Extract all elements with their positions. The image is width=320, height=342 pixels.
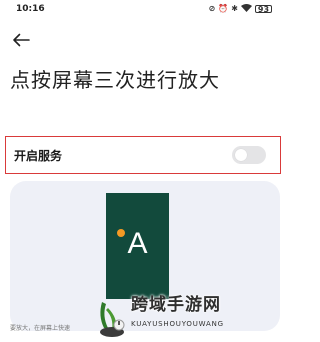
page-title: 点按屏幕三次进行放大	[10, 68, 220, 92]
back-button[interactable]	[10, 30, 32, 50]
service-label: 开启服务	[14, 148, 63, 163]
battery-icon: 93	[255, 5, 272, 14]
bluetooth-icon: ✱	[231, 4, 238, 13]
watermark-title: 跨域手游网	[131, 295, 221, 315]
silent-icon: ⊘	[208, 4, 216, 13]
screen: 10:16 ⊘ ⏰ ✱ 93 点按屏幕三次进行放大 开启服务 A 要放大，在屏幕…	[0, 0, 284, 342]
status-time: 10:16	[16, 4, 45, 14]
watermark-subtitle: KUAYUSHOUYOUWANG	[131, 320, 224, 328]
preview-letter: A	[127, 227, 148, 260]
toggle-knob	[235, 149, 247, 161]
status-bar: 10:16 ⊘ ⏰ ✱ 93	[0, 0, 284, 18]
watermark-text: 跨域手游网 KUAYUSHOUYOUWANG	[131, 294, 224, 329]
watermark-logo-icon	[92, 294, 128, 340]
alarm-icon: ⏰	[218, 4, 229, 13]
status-icons: ⊘ ⏰ ✱ 93	[209, 4, 272, 14]
watermark: 跨域手游网 KUAYUSHOUYOUWANG	[92, 294, 280, 342]
service-toggle-row[interactable]: 开启服务	[5, 136, 281, 174]
wifi-icon	[241, 4, 252, 14]
back-arrow-icon	[13, 33, 30, 47]
service-toggle[interactable]	[232, 146, 266, 164]
magnify-preview-image: A	[106, 193, 169, 299]
